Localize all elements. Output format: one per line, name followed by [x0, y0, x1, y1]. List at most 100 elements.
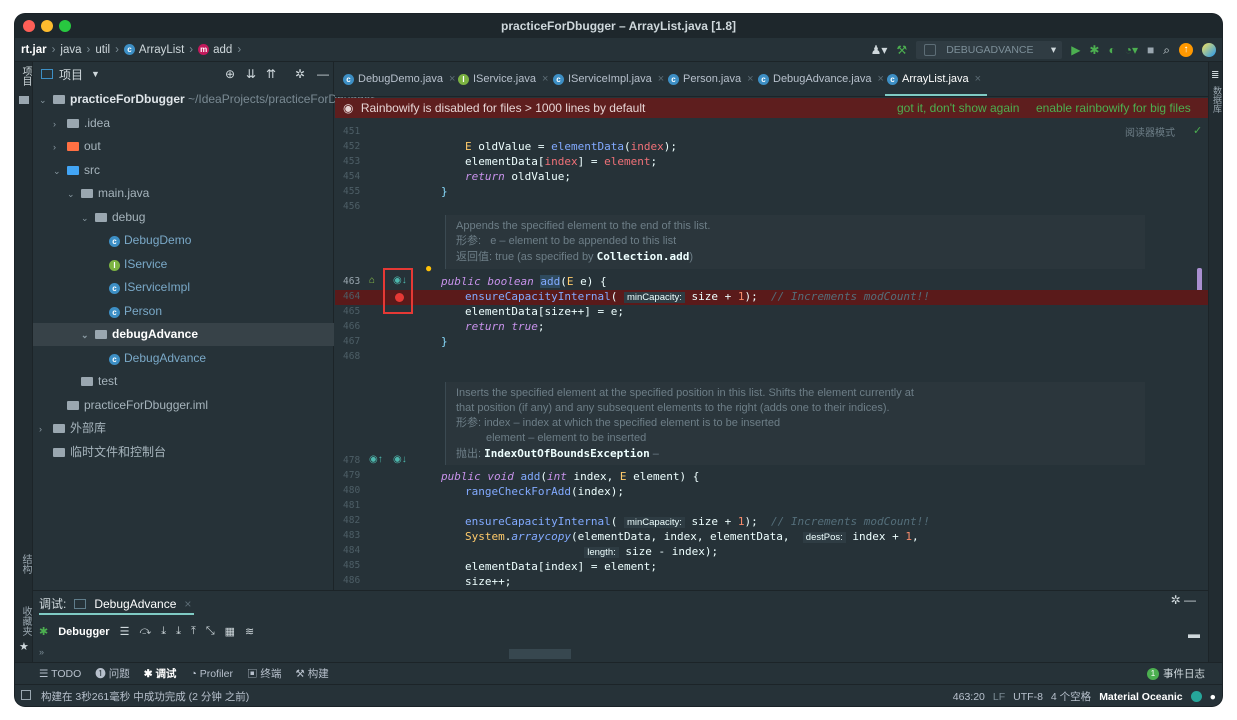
- tab-debugadvance[interactable]: c DebugAdvance.java ×: [756, 62, 890, 96]
- close-icon[interactable]: ×: [184, 597, 191, 611]
- step-into-icon[interactable]: ⤓: [161, 625, 166, 638]
- layout-icon[interactable]: ▬: [1188, 627, 1200, 641]
- tab-iservice[interactable]: I IService.java ×: [456, 62, 554, 96]
- run-icon[interactable]: ▶: [1071, 43, 1080, 57]
- hammer-icon[interactable]: ⚒: [896, 43, 907, 57]
- maximize-window-button[interactable]: [59, 20, 71, 32]
- structure-tool-label[interactable]: 结构: [18, 554, 33, 574]
- database-tool-label[interactable]: 数据库: [1211, 86, 1222, 113]
- chevron-right-icon[interactable]: ›: [39, 418, 53, 441]
- close-icon[interactable]: ×: [747, 73, 753, 85]
- close-window-button[interactable]: [23, 20, 35, 32]
- enable-rainbowify-link[interactable]: enable rainbowify for big files: [1036, 98, 1191, 118]
- caret-position[interactable]: 463:20: [953, 691, 985, 703]
- run-to-cursor-icon[interactable]: ⤡: [206, 625, 215, 638]
- indent-setting[interactable]: 4 个空格: [1051, 689, 1091, 704]
- close-icon[interactable]: ×: [877, 73, 883, 85]
- close-icon[interactable]: ×: [975, 73, 981, 85]
- gear-icon[interactable]: ✲: [295, 67, 305, 81]
- tree-item-iservice[interactable]: I IService: [33, 253, 334, 276]
- tree-item-idea[interactable]: › .idea: [33, 112, 334, 135]
- tree-item-person[interactable]: c Person: [33, 300, 334, 323]
- step-over-icon[interactable]: ⤼: [139, 625, 151, 638]
- tab-person[interactable]: c Person.java ×: [666, 62, 760, 96]
- run-config-select[interactable]: DEBUGADVANCE ▾: [916, 41, 1063, 59]
- trace-icon[interactable]: ≋: [245, 625, 254, 638]
- doc-return-link[interactable]: Collection.add: [597, 250, 690, 263]
- user-icon[interactable]: ♟▾: [871, 43, 888, 57]
- search-icon[interactable]: ⌕: [1163, 43, 1170, 58]
- editor-scrollbar-thumb[interactable]: [1197, 268, 1202, 292]
- favorites-tool-label[interactable]: 收藏夹: [18, 606, 33, 636]
- scrollbar-thumb[interactable]: [509, 649, 571, 659]
- chevron-right-icon[interactable]: ›: [53, 136, 67, 159]
- tree-item-test[interactable]: test: [33, 370, 334, 393]
- evaluate-icon[interactable]: ▦: [225, 625, 235, 638]
- tree-item-debugadvance[interactable]: c DebugAdvance: [33, 347, 334, 370]
- tool-window-bug[interactable]: ✱ 调试: [144, 666, 177, 681]
- event-log[interactable]: 1 事件日志: [1147, 666, 1205, 681]
- reader-mode-toggle[interactable]: 阅读器模式: [1125, 124, 1175, 139]
- override-icon[interactable]: ⌂: [369, 275, 375, 286]
- chevron-down-icon[interactable]: ⌄: [39, 89, 53, 112]
- update-icon[interactable]: ↑: [1179, 43, 1193, 57]
- chevron-right-icon[interactable]: ›: [53, 113, 67, 136]
- method-breakpoint-icon[interactable]: ◉↓: [393, 454, 407, 465]
- tree-item-practicefordbugger-iml[interactable]: practiceForDbugger.iml: [33, 394, 334, 417]
- toggle-tool-windows-icon[interactable]: [21, 690, 31, 700]
- dismiss-banner-link[interactable]: got it, don't show again: [897, 98, 1019, 118]
- tree-item-[interactable]: 临时文件和控制台: [33, 441, 334, 464]
- breadcrumb-item-java[interactable]: java: [60, 44, 81, 56]
- chevron-down-icon[interactable]: ▼: [91, 69, 100, 79]
- close-icon[interactable]: ×: [449, 73, 455, 85]
- breadcrumb-item-util[interactable]: util: [95, 44, 110, 56]
- stop-icon[interactable]: ■: [1147, 43, 1154, 57]
- debugger-tab[interactable]: Debugger: [58, 626, 109, 638]
- expand-all-icon[interactable]: ⇊: [246, 67, 256, 81]
- breadcrumb-item-jar[interactable]: rt.jar: [21, 44, 47, 56]
- chevron-down-icon[interactable]: ⌄: [53, 160, 67, 183]
- hide-panel-icon[interactable]: —: [317, 67, 329, 81]
- tree-item-debugdemo[interactable]: c DebugDemo: [33, 229, 334, 252]
- lightbulb-icon[interactable]: ●: [425, 261, 432, 275]
- minimize-window-button[interactable]: [41, 20, 53, 32]
- project-view-select[interactable]: 项目: [59, 66, 83, 83]
- override-icon[interactable]: ◉↑: [369, 454, 383, 465]
- tool-window-list[interactable]: ☰ TODO: [39, 668, 81, 680]
- gear-icon[interactable]: ✲ —: [1171, 593, 1196, 607]
- step-out-icon[interactable]: ⤒: [191, 625, 196, 638]
- tool-window-hammer[interactable]: ⚒ 构建: [295, 666, 328, 681]
- tree-item-main-java[interactable]: ⌄ main.java: [33, 182, 334, 205]
- chevron-down-icon[interactable]: ⌄: [67, 183, 81, 206]
- doc-throws-link[interactable]: IndexOutOfBoundsException: [484, 447, 650, 460]
- force-step-into-icon[interactable]: ⤓: [176, 625, 181, 638]
- tool-window-terminal[interactable]: ▣ 终端: [247, 666, 281, 681]
- code-editor[interactable]: 阅读器模式 ✓ 451 452 453 454 455 456 463 464 …: [335, 118, 1208, 590]
- tree-item-practicefordbugger[interactable]: ⌄ practiceForDbugger ~/IdeaProjects/pract…: [33, 88, 374, 112]
- breadcrumb-item-method[interactable]: add: [213, 44, 232, 56]
- project-tool-label[interactable]: 项目: [18, 66, 33, 86]
- tab-iserviceimpl[interactable]: c IServiceImpl.java ×: [551, 62, 670, 96]
- tree-item-src[interactable]: ⌄ src: [33, 159, 334, 182]
- collapse-all-icon[interactable]: ⇈: [266, 67, 276, 81]
- locate-icon[interactable]: ⊕: [225, 67, 235, 81]
- expand-icon[interactable]: »: [39, 647, 44, 657]
- line-separator[interactable]: LF: [993, 691, 1005, 703]
- tree-item-out[interactable]: › out: [33, 135, 334, 158]
- frames-icon[interactable]: ☰: [120, 625, 130, 638]
- tab-debugdemo[interactable]: c DebugDemo.java ×: [341, 62, 461, 96]
- tree-item-debug[interactable]: ⌄ debug: [33, 206, 334, 229]
- close-icon[interactable]: ×: [542, 73, 548, 85]
- file-encoding[interactable]: UTF-8: [1013, 691, 1043, 703]
- profile-icon[interactable]: ◔▾: [1125, 43, 1138, 57]
- plugin-logo-icon[interactable]: [1202, 43, 1216, 57]
- coverage-icon[interactable]: ◐: [1108, 43, 1115, 57]
- breadcrumb-item-class[interactable]: ArrayList: [139, 44, 184, 56]
- notification-icon[interactable]: ●: [1210, 691, 1216, 703]
- tool-window-profiler[interactable]: ◔ Profiler: [190, 668, 233, 680]
- tool-window-problems[interactable]: ❶ 问题: [95, 666, 129, 681]
- tree-item-[interactable]: › 外部库: [33, 417, 334, 440]
- debug-bug-icon[interactable]: ✱: [1089, 43, 1099, 57]
- tab-arraylist[interactable]: c ArrayList.java ×: [885, 62, 988, 96]
- close-icon[interactable]: ×: [658, 73, 664, 85]
